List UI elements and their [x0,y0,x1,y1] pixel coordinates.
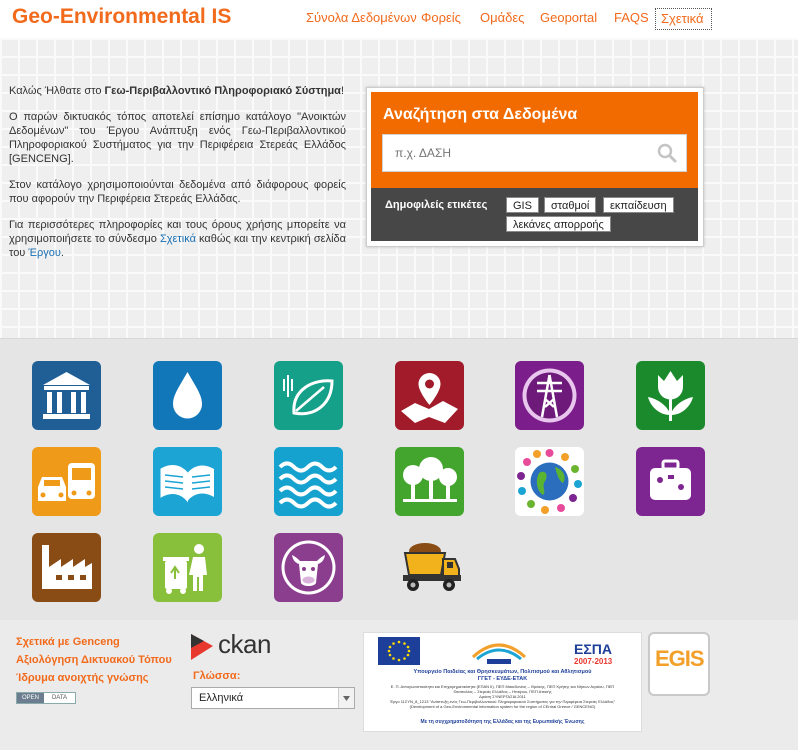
language-select[interactable]: Ελληνικά [191,687,355,709]
search-title: Αναζήτηση στα Δεδομένα [383,106,578,123]
globe-people-icon [515,447,584,516]
recycling-bin-icon [153,533,222,602]
category-livestock[interactable] [274,533,343,602]
popular-tags: Δημοφιλείς ετικέτες GIS σταθμοί εκπαίδευ… [371,188,698,241]
category-sea[interactable] [274,447,343,516]
waves-icon [274,447,343,516]
intro-paragraph-1: Καλώς Ήλθατε στο Γεω-Περιβαλλοντικό Πληρ… [9,85,345,97]
tulip-flower-icon [636,361,705,430]
tag-stations[interactable]: σταθμοί [544,197,597,213]
search-header: Αναζήτηση στα Δεδομένα [371,92,698,188]
suitcase-icon [636,447,705,516]
water-drop-icon [153,361,222,430]
trees-icon [395,447,464,516]
header: Geo-Environmental IS Σύνολα Δεδομένων Φο… [0,0,798,38]
espa-logo: ΕΣΠΑ 2007-2013 [574,641,613,666]
footer-about-genceng[interactable]: Σχετικά με Genceng [16,636,120,648]
intro-paragraph-4: Για περισσότερες πληροφορίες και τους όρ… [9,219,346,259]
category-flora[interactable] [636,361,705,430]
open-book-icon [153,447,222,516]
category-tourism[interactable] [636,447,705,516]
footer-site-evaluation[interactable]: Αξιολόγηση Δικτυακού Τόπου [16,654,172,666]
traffic-vehicles-icon [32,447,101,516]
category-mining[interactable] [395,533,464,602]
footer-open-knowledge[interactable]: Ίδρυμα ανοιχτής γνώσης [16,672,149,684]
leaf-icon [274,361,343,430]
category-education[interactable] [153,447,222,516]
search-input[interactable] [383,135,655,171]
nav-datasets[interactable]: Σύνολα Δεδομένων [306,8,417,30]
category-forests[interactable] [395,447,464,516]
category-society[interactable] [515,447,584,516]
category-transport[interactable] [32,447,101,516]
project-link[interactable]: Έργου [28,247,61,259]
espa-banner: ΕΣΠΑ 2007-2013 Υπουργείο Παιδείας και Θρ… [363,632,642,732]
category-water[interactable] [153,361,222,430]
category-government[interactable] [32,361,101,430]
nav-geoportal[interactable]: Geoportal [540,8,597,30]
category-industry[interactable] [32,533,101,602]
ckan-logo[interactable]: ckan [191,629,281,662]
map-pin-icon [395,361,464,430]
ckan-mark-icon [191,634,213,660]
category-geography[interactable] [395,361,464,430]
power-tower-icon [515,361,584,430]
factory-icon [32,533,101,602]
cow-icon [274,533,343,602]
intro-paragraph-2: Ο παρών δικτυακός τόπος αποτελεί επίσημο… [9,111,346,165]
search-icon[interactable] [657,143,677,163]
language-label: Γλώσσα: [193,670,241,682]
nav-groups[interactable]: Ομάδες [480,8,524,30]
category-energy[interactable] [515,361,584,430]
egis-logo[interactable]: EGIS [648,632,710,696]
welcome-text: Καλώς Ήλθατε στο Γεω-Περιβαλλοντικό Πληρ… [9,84,346,272]
nav-about[interactable]: Σχετικά [655,8,712,30]
eu-flag-icon [378,637,420,665]
nav-faqs[interactable]: FAQS [614,8,649,30]
tag-gis[interactable]: GIS [506,197,539,213]
chevron-down-icon[interactable] [338,688,354,708]
tag-education[interactable]: εκπαίδευση [603,197,674,213]
search-field[interactable] [382,134,687,172]
main-nav: Σύνολα Δεδομένων Φορείς Ομάδες Geoportal… [0,8,798,32]
intro-paragraph-3: Στον κατάλογο χρησιμοποιούνται δεδομένα … [9,179,346,205]
about-link[interactable]: Σχετικά [160,233,196,245]
competitiveness-logo-icon [471,643,527,664]
tag-watersheds[interactable]: λεκάνες απορροής [506,216,611,232]
popular-tags-label: Δημοφιλείς ετικέτες [385,199,488,211]
search-panel: Αναζήτηση στα Δεδομένα Δημοφιλείς ετικέτ… [366,87,704,247]
government-building-icon [32,361,101,430]
footer: Σχετικά με Genceng Αξιολόγηση Δικτυακού … [0,620,798,750]
open-data-badge[interactable]: OPEN DATA [16,692,76,704]
dump-truck-icon [395,533,464,602]
category-agriculture[interactable] [274,361,343,430]
category-waste[interactable] [153,533,222,602]
nav-organizations[interactable]: Φορείς [421,8,461,30]
